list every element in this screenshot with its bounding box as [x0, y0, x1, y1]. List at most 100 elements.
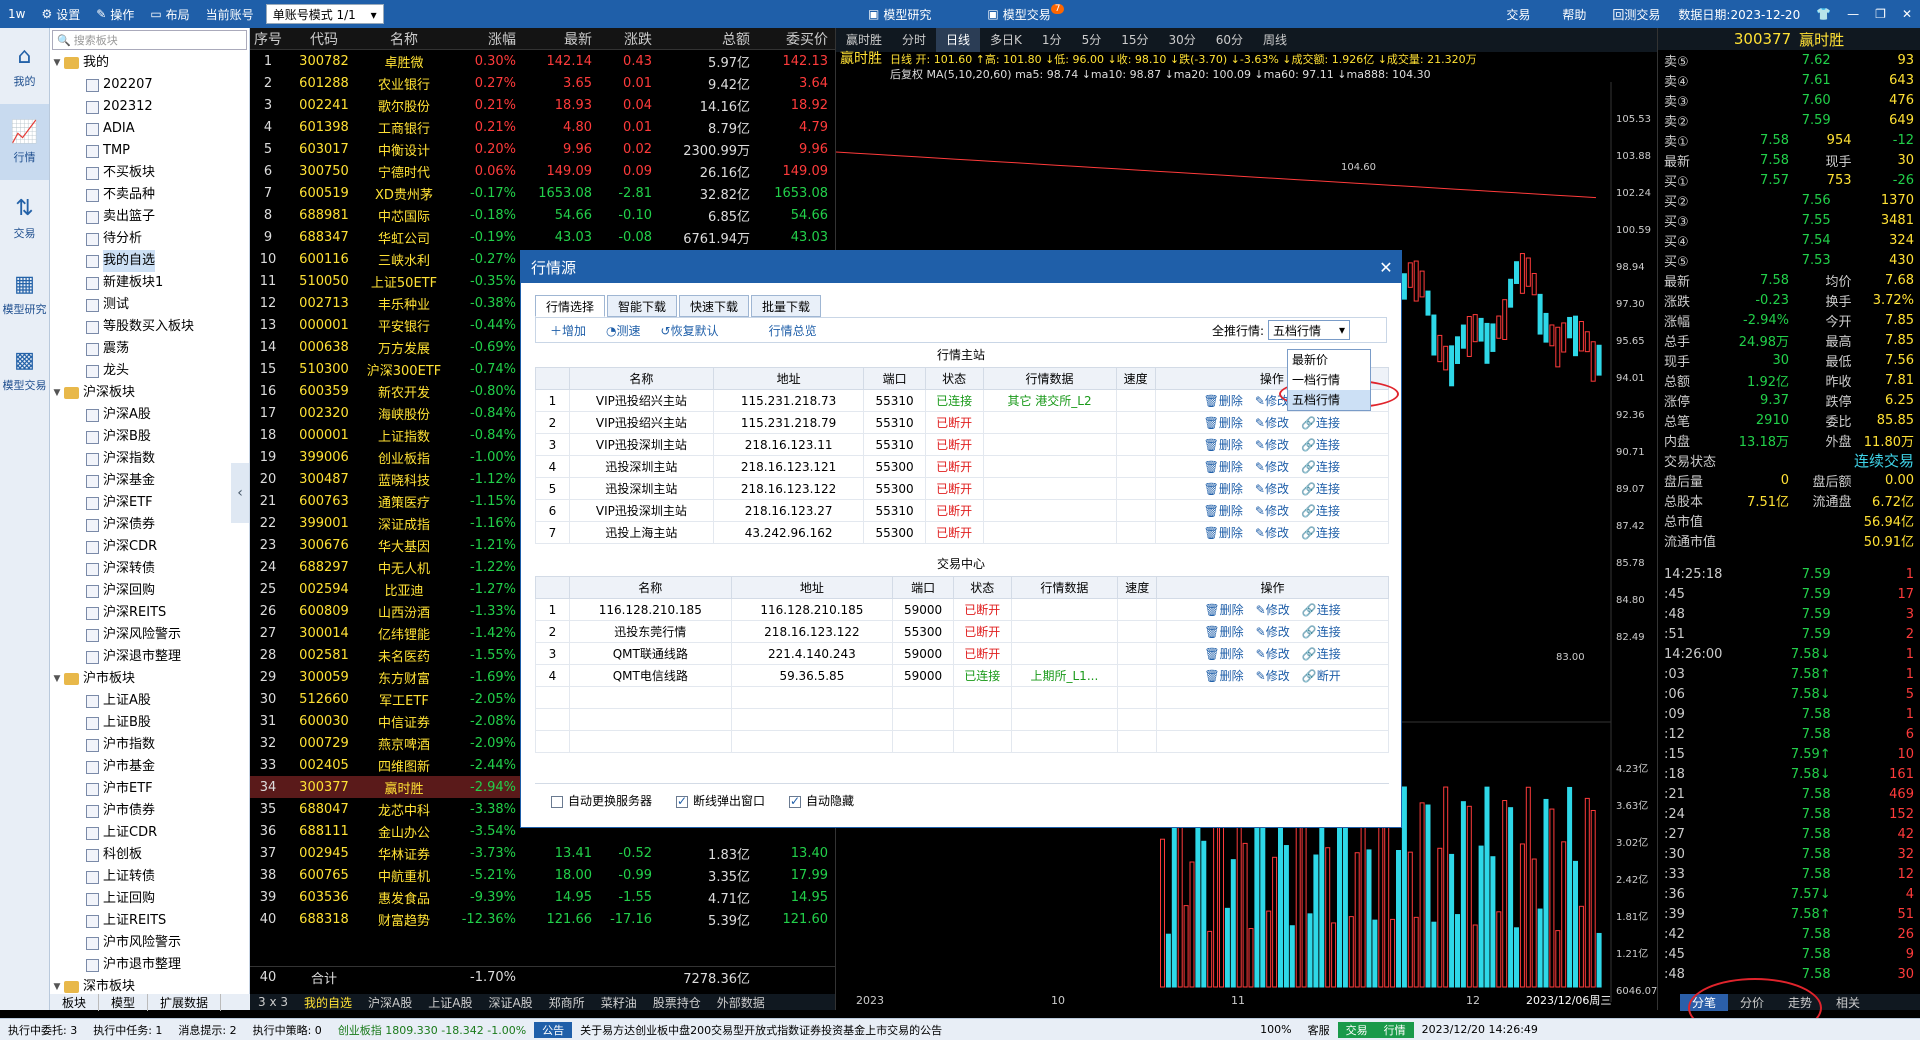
edit-button[interactable]: ✎修改	[1255, 504, 1289, 518]
delete-button[interactable]: 🗑删除	[1204, 526, 1243, 540]
table-row[interactable]: 7 迅投上海主站 43.242.96.162 55300 已断开 🗑删除 ✎修改 🔗连接	[535, 521, 1390, 544]
nav-quote[interactable]: 📈 行情	[0, 104, 49, 180]
tree-item[interactable]: 震荡	[50, 338, 249, 360]
table-row[interactable]: 8 688981 中芯国际 -0.18% 54.66 -0.10 6.85亿 54.66	[250, 204, 835, 226]
dialog-tab[interactable]: 批量下载	[751, 295, 822, 317]
connect-button[interactable]: 🔗连接	[1301, 416, 1340, 430]
quote-tab[interactable]: 外部数据	[709, 994, 773, 1011]
chart-tab[interactable]: 15分	[1111, 28, 1158, 52]
tree-item[interactable]: 不卖品种	[50, 184, 249, 206]
chart-tab[interactable]: 周线	[1253, 28, 1297, 52]
col-header[interactable]: 总额	[658, 29, 756, 49]
tree-group[interactable]: ▼ 我的	[50, 52, 249, 74]
table-row[interactable]: 2 VIP迅投绍兴主站 115.231.218.79 55310 已断开 🗑删除 ✎修改 🔗连…	[535, 411, 1390, 434]
checkbox-option[interactable]: 断线弹出窗口	[676, 792, 765, 809]
rp-tab[interactable]: 相关	[1824, 994, 1872, 1011]
tree-group[interactable]: ▼ 沪市板块	[50, 668, 249, 690]
nav-trade[interactable]: ⇅ 交易	[0, 180, 49, 256]
status-tasks[interactable]: 执行中任务: 1	[85, 1022, 170, 1038]
dialog-tab[interactable]: 智能下载	[607, 295, 678, 317]
quote-tab[interactable]: 我的自选	[296, 994, 360, 1011]
close-icon[interactable]: ✕	[1894, 7, 1920, 21]
service-link[interactable]: 客服	[1300, 1022, 1338, 1038]
tree-item[interactable]: 龙头	[50, 360, 249, 382]
tree-item[interactable]: 沪深B股	[50, 426, 249, 448]
tree-item[interactable]: 沪深REITS	[50, 602, 249, 624]
option-level1[interactable]: 一档行情	[1288, 370, 1370, 390]
operate-menu[interactable]: ✎ 操作	[88, 6, 142, 23]
chart-tab[interactable]: 5分	[1072, 28, 1112, 52]
collapse-panel-button[interactable]: ‹	[231, 463, 249, 523]
tree-item[interactable]: 沪深基金	[50, 470, 249, 492]
table-row[interactable]: 6 VIP迅投深圳主站 218.16.123.27 55310 已断开 🗑删除 ✎修改 🔗连接	[535, 499, 1390, 522]
delete-button[interactable]: 🗑删除	[1204, 669, 1243, 683]
checkbox-option[interactable]: 自动更换服务器	[551, 792, 652, 809]
table-row[interactable]: 3 QMT联通线路 221.4.140.243 59000 已断开 🗑删除 ✎修改 🔗连接	[535, 642, 1389, 665]
connect-button[interactable]: 🔗连接	[1301, 460, 1340, 474]
tree-item[interactable]: 沪市债券	[50, 800, 249, 822]
tree-item[interactable]: 上证REITS	[50, 910, 249, 932]
minimize-icon[interactable]: —	[1839, 7, 1867, 21]
connect-button[interactable]: 🔗连接	[1301, 482, 1340, 496]
tree-item[interactable]: 测试	[50, 294, 249, 316]
chart-tab[interactable]: 60分	[1206, 28, 1253, 52]
quote-tab[interactable]: 3 x 3	[250, 995, 296, 1009]
tree-item[interactable]: 等股数买入板块	[50, 316, 249, 338]
edit-button[interactable]: ✎修改	[1255, 416, 1289, 430]
checkbox[interactable]	[789, 794, 802, 808]
col-header[interactable]: 代码	[286, 29, 362, 49]
table-row[interactable]: 39 603536 惠发食品 -9.39% 14.95 -1.55 4.71亿 14.95	[250, 886, 835, 908]
maximize-icon[interactable]: ❐	[1867, 7, 1894, 21]
chart-tab[interactable]: 多日K	[980, 28, 1032, 52]
tree-item[interactable]: 沪市风险警示	[50, 932, 249, 954]
col-header[interactable]: 名称	[362, 29, 446, 49]
delete-button[interactable]: 🗑删除	[1204, 603, 1243, 617]
chart-tab[interactable]: 1分	[1032, 28, 1072, 52]
layout-menu[interactable]: ▭ 布局	[142, 6, 197, 23]
table-row[interactable]: 4 601398 工商银行 0.21% 4.80 0.01 8.79亿 4.79	[250, 116, 835, 138]
edit-button[interactable]: ✎修改	[1256, 603, 1290, 617]
tree-item[interactable]: 沪深退市整理	[50, 646, 249, 668]
table-row[interactable]: 3 002241 歌尔股份 0.21% 18.93 0.04 14.16亿 18.92	[250, 94, 835, 116]
table-row[interactable]: 1 300782 卓胜微 0.30% 142.14 0.43 5.97亿 142.13	[250, 50, 835, 72]
notice-text[interactable]: 关于易方达创业板中盘200交易型开放式指数证券投资基金上市交易的公告	[572, 1022, 1252, 1038]
table-row[interactable]: 4 迅投深圳主站 218.16.123.121 55300 已断开 🗑删除 ✎修改 🔗连接	[535, 455, 1390, 478]
table-row[interactable]: 3 VIP迅投深圳主站 218.16.123.11 55310 已断开 🗑删除 ✎修改 🔗连接	[535, 433, 1390, 456]
model-research-button[interactable]: ▣ 模型研究	[860, 6, 939, 23]
table-row[interactable]: 9 688347 华虹公司 -0.19% 43.03 -0.08 6761.94万 43.03	[250, 226, 835, 248]
tree-item[interactable]: 沪市退市整理	[50, 954, 249, 976]
delete-button[interactable]: 🗑删除	[1204, 482, 1243, 496]
edit-button[interactable]: ✎修改	[1255, 460, 1289, 474]
nav-my[interactable]: ⌂ 我的	[0, 28, 49, 104]
table-row[interactable]: 5 603017 中衡设计 0.20% 9.96 0.02 2300.99万 9.96	[250, 138, 835, 160]
tree-item[interactable]: 沪市指数	[50, 734, 249, 756]
connect-button[interactable]: 🔗连接	[1301, 526, 1340, 540]
zoom-level[interactable]: 100%	[1252, 1023, 1299, 1036]
expand-icon[interactable]: ▼	[50, 668, 64, 690]
connect-button[interactable]: 🔗连接	[1301, 504, 1340, 518]
dialog-tab[interactable]: 快速下载	[679, 295, 750, 317]
tree-item[interactable]: ADIA	[50, 118, 249, 140]
speed-test-button[interactable]: ◔测速	[606, 322, 641, 339]
tree-item[interactable]: TMP	[50, 140, 249, 162]
status-messages[interactable]: 消息提示: 2	[170, 1022, 244, 1038]
tree-item[interactable]: 新建板块1	[50, 272, 249, 294]
connect-button[interactable]: 🔗连接	[1302, 603, 1341, 617]
connect-button[interactable]: 🔗断开	[1302, 669, 1341, 683]
tree-item[interactable]: 202207	[50, 74, 249, 96]
model-trade-button[interactable]: ▣ 模型交易 7	[979, 4, 1072, 23]
tree-item[interactable]: 科创板	[50, 844, 249, 866]
trade-menu[interactable]: 交易	[1490, 6, 1546, 23]
chart-tab[interactable]: 分时	[892, 28, 936, 52]
delete-button[interactable]: 🗑删除	[1204, 625, 1243, 639]
tree-tab[interactable]: 板块	[50, 993, 100, 1011]
quote-tab[interactable]: 沪深A股	[360, 994, 420, 1011]
quote-tab[interactable]: 深证A股	[480, 994, 540, 1011]
nav-model-research[interactable]: ▦ 模型研究	[0, 256, 49, 332]
table-row[interactable]: 1 116.128.210.185 116.128.210.185 59000 已断开 🗑…	[535, 598, 1389, 621]
status-strategies[interactable]: 执行中策略: 0	[245, 1022, 330, 1038]
table-row[interactable]: 38 600765 中航重机 -5.21% 18.00 -0.99 3.35亿 17.99	[250, 864, 835, 886]
tree-item[interactable]: 上证A股	[50, 690, 249, 712]
backtest-menu[interactable]: 回测交易	[1602, 6, 1670, 23]
table-row[interactable]: 2 迅投东莞行情 218.16.123.122 55300 已断开 🗑删除 ✎修改 🔗连接	[535, 620, 1389, 643]
